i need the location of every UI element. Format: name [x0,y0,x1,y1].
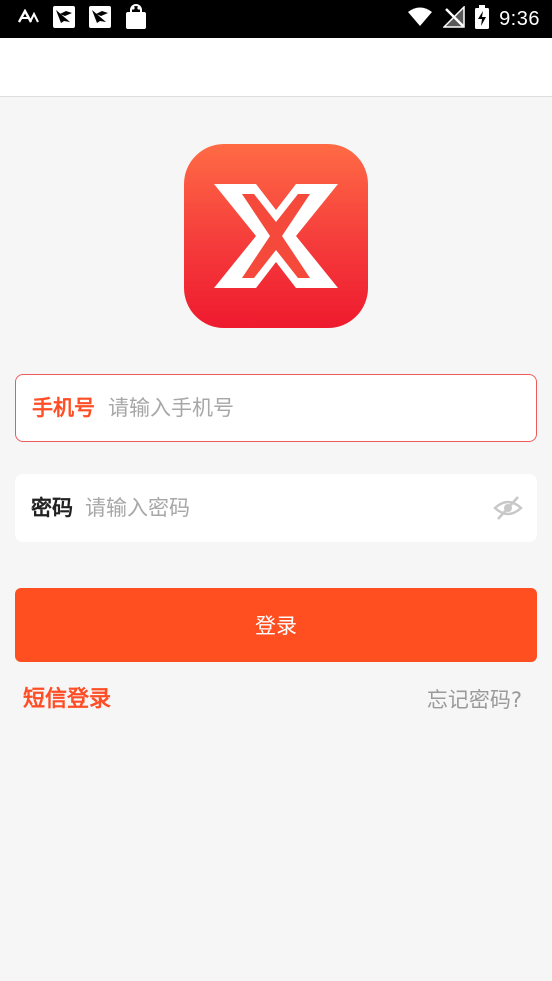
password-field[interactable]: 密码 [15,474,537,542]
phone-label: 手机号 [32,395,95,420]
login-button[interactable]: 登录 [15,588,537,662]
status-bar-left [17,4,148,34]
phone-input[interactable] [108,390,508,425]
battery-charging-icon [475,5,490,33]
app-logo [184,144,368,328]
wifi-icon [407,7,433,31]
no-signal-icon [442,5,465,32]
sms-login-link[interactable]: 短信登录 [23,680,111,720]
password-input[interactable] [85,491,465,525]
app-bar [0,38,552,97]
status-bar: 9:36 [0,0,552,38]
status-bar-right: 9:36 [407,5,540,33]
shopping-bag-icon [124,4,148,34]
eye-hidden-icon[interactable] [493,494,523,522]
font-a-icon [17,8,40,29]
password-label: 密码 [31,496,73,520]
notification-bird-icon [52,5,76,33]
phone-field[interactable]: 手机号 [15,374,537,442]
status-time: 9:36 [499,7,540,30]
x-logo-icon [214,184,338,288]
forgot-password-link[interactable]: 忘记密码? [427,680,522,720]
notification-bird-icon-2 [88,5,112,33]
